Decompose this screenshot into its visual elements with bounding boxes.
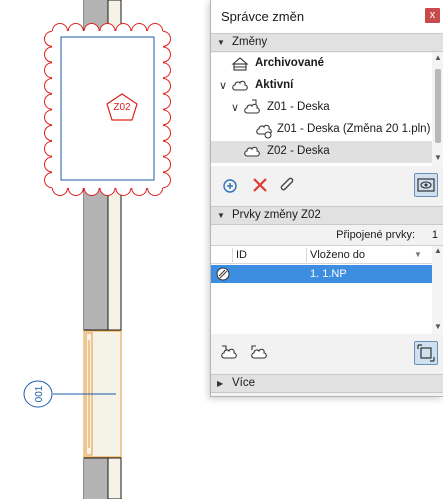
table-cell-placed-in: 1. 1.NP bbox=[310, 268, 347, 280]
add-elements-button[interactable] bbox=[219, 342, 241, 364]
changes-toolbar bbox=[211, 168, 443, 202]
table-row[interactable]: 1. 1.NP bbox=[211, 265, 432, 283]
changes-section-header[interactable]: ▼ Změny bbox=[211, 33, 443, 52]
elements-section-header[interactable]: ▼ Prvky změny Z02 bbox=[211, 206, 443, 225]
collapse-triangle-icon: ▼ bbox=[217, 211, 225, 220]
slab-element-icon bbox=[216, 267, 230, 281]
more-section-header[interactable]: ▶ Více bbox=[211, 374, 443, 393]
remove-elements-button[interactable] bbox=[249, 342, 271, 364]
sort-arrow-icon[interactable]: ▼ bbox=[414, 250, 422, 259]
cloud-icon bbox=[232, 80, 248, 91]
revision-cloud[interactable] bbox=[44, 23, 171, 196]
linked-cloud-icon bbox=[256, 124, 272, 139]
table-header: ID Vloženo do ▼ bbox=[211, 246, 432, 264]
issue-cloud-icon bbox=[244, 99, 260, 114]
archive-icon bbox=[231, 57, 249, 71]
more-section-label: Více bbox=[232, 377, 256, 389]
zoom-to-selection-button[interactable] bbox=[414, 341, 438, 365]
link-button[interactable] bbox=[277, 174, 299, 196]
connected-label: Připojené prvky: bbox=[336, 229, 415, 241]
scroll-down-icon[interactable]: ▼ bbox=[432, 153, 443, 165]
close-button[interactable]: x bbox=[425, 8, 440, 23]
eye-icon bbox=[417, 178, 435, 192]
add-to-cloud-icon bbox=[221, 345, 237, 359]
tree-item-z01[interactable]: ∨ Z01 - Deska bbox=[211, 97, 432, 119]
column-separator bbox=[306, 248, 307, 262]
scroll-up-icon[interactable]: ▲ bbox=[432, 246, 443, 258]
column-header-id[interactable]: ID bbox=[236, 249, 247, 261]
chevron-down-icon[interactable]: ∨ bbox=[231, 101, 239, 114]
change-manager-palette: Správce změn x ▼ Změny Archivované ∨ Akt… bbox=[210, 0, 443, 397]
elements-section-label: Prvky změny Z02 bbox=[232, 209, 321, 221]
tree-item-label: Z02 - Deska bbox=[267, 145, 330, 157]
palette-titlebar[interactable]: Správce změn x bbox=[211, 0, 443, 33]
scroll-down-icon[interactable]: ▼ bbox=[432, 322, 443, 334]
delete-button[interactable] bbox=[249, 174, 271, 196]
scroll-thumb[interactable] bbox=[435, 69, 441, 143]
remove-from-cloud-icon bbox=[251, 345, 267, 359]
tree-item-label: Z01 - Deska (Změna 20 1.pln) bbox=[277, 123, 431, 135]
table-scrollbar[interactable]: ▲ ▼ bbox=[432, 246, 443, 334]
palette-title: Správce změn bbox=[221, 9, 305, 24]
revision-cloud-fill bbox=[52, 31, 163, 188]
new-change-icon bbox=[223, 179, 237, 193]
scroll-up-icon[interactable]: ▲ bbox=[432, 53, 443, 65]
cloud-icon bbox=[244, 146, 260, 157]
tree-item-label: Aktivní bbox=[255, 79, 294, 91]
column-header-placed-in[interactable]: Vloženo do bbox=[310, 249, 365, 261]
tree-item-label: Z01 - Deska bbox=[267, 101, 330, 113]
collapse-triangle-icon: ▼ bbox=[217, 38, 225, 47]
new-change-button[interactable] bbox=[219, 174, 241, 196]
column-separator bbox=[232, 248, 233, 262]
section-marker-label: 001 bbox=[34, 385, 45, 402]
revision-tag-label: Z02 bbox=[113, 102, 131, 113]
connected-count: 1 bbox=[431, 229, 438, 241]
show-markers-toggle[interactable] bbox=[414, 173, 438, 197]
tree-item-label: Archivované bbox=[255, 57, 325, 69]
changes-tree: Archivované ∨ Aktivní ∨ Z01 - Deska Z01 … bbox=[211, 53, 443, 166]
zoom-selection-icon bbox=[417, 344, 435, 362]
delete-x-icon bbox=[253, 178, 267, 192]
tree-item-z01-linked[interactable]: Z01 - Deska (Změna 20 1.pln) bbox=[211, 119, 432, 141]
tree-item-z02[interactable]: Z02 - Deska bbox=[211, 141, 432, 163]
tree-item-archived[interactable]: Archivované bbox=[211, 53, 432, 75]
chevron-down-icon[interactable]: ∨ bbox=[219, 79, 227, 92]
elements-table: ID Vloženo do ▼ 1. 1.NP ▲ ▼ bbox=[211, 245, 443, 334]
expand-triangle-icon: ▶ bbox=[217, 379, 224, 388]
tree-scrollbar[interactable]: ▲ ▼ bbox=[432, 53, 443, 166]
paperclip-icon bbox=[280, 177, 294, 191]
tree-item-active[interactable]: ∨ Aktivní bbox=[211, 75, 432, 97]
connected-elements-info: Připojené prvky: 1 bbox=[211, 226, 443, 244]
elements-toolbar bbox=[211, 334, 443, 374]
changes-section-label: Změny bbox=[232, 36, 268, 48]
